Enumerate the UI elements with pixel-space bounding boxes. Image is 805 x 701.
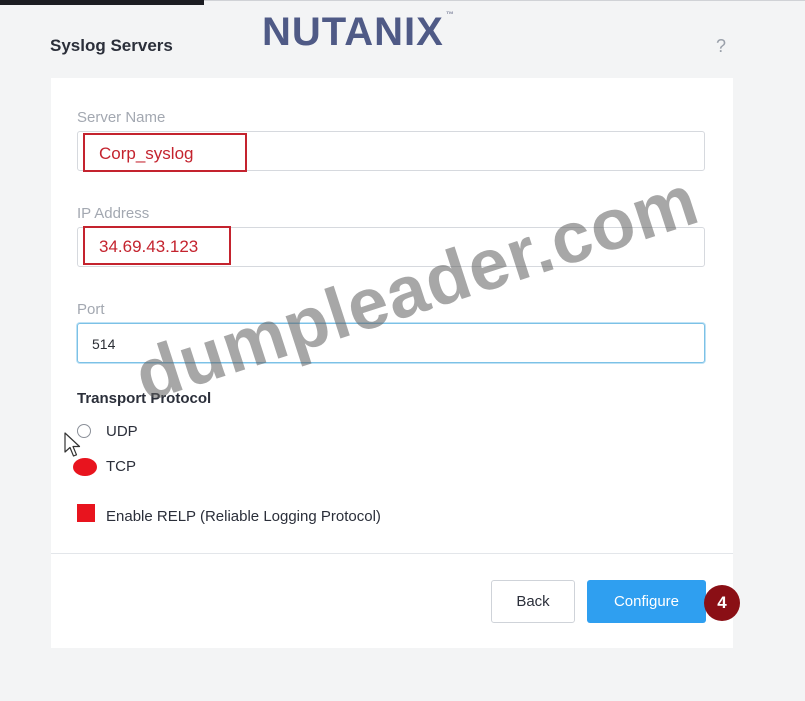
- port-label: Port: [77, 301, 105, 318]
- tcp-label: TCP: [106, 458, 136, 475]
- ip-address-value: 34.69.43.123: [83, 226, 231, 265]
- server-name-label: Server Name: [77, 109, 166, 126]
- ip-address-label: IP Address: [77, 205, 150, 222]
- logo-trademark: ™: [445, 10, 455, 19]
- top-border: [204, 0, 805, 1]
- relp-checkbox[interactable]: [77, 504, 95, 522]
- relp-label: Enable RELP (Reliable Logging Protocol): [106, 508, 381, 525]
- configure-button[interactable]: Configure: [587, 580, 706, 623]
- back-button[interactable]: Back: [491, 580, 575, 623]
- top-bar: [0, 0, 204, 5]
- tcp-radio[interactable]: [73, 458, 97, 476]
- udp-label: UDP: [106, 423, 138, 440]
- server-name-value: Corp_syslog: [83, 133, 247, 172]
- help-icon[interactable]: ?: [716, 36, 726, 57]
- dialog-title: Syslog Servers: [50, 36, 173, 55]
- mouse-pointer-icon: [64, 432, 81, 457]
- logo-text: NUTANIX: [262, 10, 444, 54]
- footer-divider: [51, 553, 733, 554]
- step-badge: 4: [704, 585, 740, 621]
- nutanix-logo: NUTANIX ™: [262, 10, 455, 55]
- port-value: 514: [92, 336, 116, 352]
